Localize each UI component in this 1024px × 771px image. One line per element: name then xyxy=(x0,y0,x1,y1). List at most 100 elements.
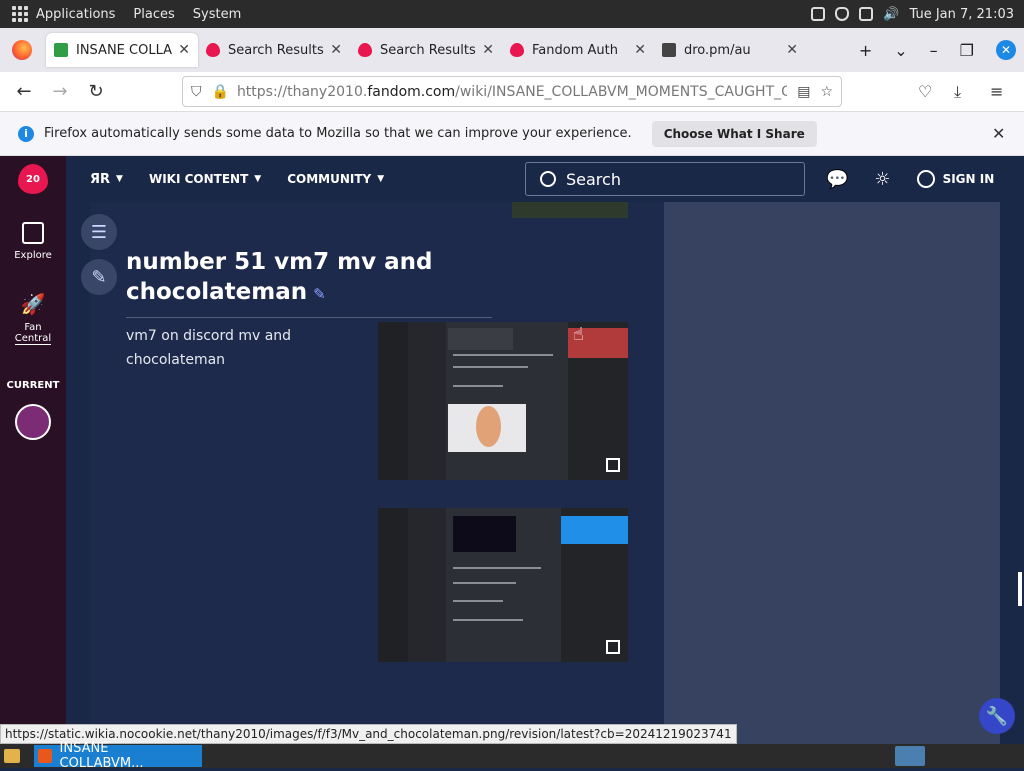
mouse-cursor-icon: ☝ xyxy=(573,324,584,345)
section-paragraph: vm7 on discord mv and chocolateman xyxy=(126,328,292,368)
close-tab-icon[interactable]: ✕ xyxy=(330,42,342,58)
close-tab-icon[interactable]: ✕ xyxy=(786,42,798,58)
wrench-tools-icon[interactable]: 🔧 xyxy=(979,698,1015,734)
message-line xyxy=(453,566,541,569)
telemetry-notification: i Firefox automatically sends some data … xyxy=(0,112,1024,156)
info-icon: i xyxy=(18,125,34,142)
explore-link[interactable]: Explore xyxy=(0,222,66,261)
sign-in-button[interactable]: SIGN IN xyxy=(916,170,995,188)
table-of-contents-icon[interactable]: ☰ xyxy=(81,214,117,250)
reload-icon[interactable]: ↻ xyxy=(78,81,114,102)
close-notification-icon[interactable]: ✕ xyxy=(992,124,1005,143)
minimize-button[interactable]: – xyxy=(930,41,938,60)
discord-profile-banner xyxy=(560,516,628,544)
taskbar-window-button[interactable]: INSANE COLLABVM... xyxy=(34,741,202,771)
current-wiki-icon[interactable] xyxy=(15,404,51,440)
navigation-toolbar: ← → ↻ ⛉ 🔒 https://thany2010.fandom.com/w… xyxy=(0,72,1024,112)
screaming-banner xyxy=(448,328,513,350)
article-image-discord-1[interactable]: ☝ xyxy=(378,322,628,480)
search-placeholder: Search xyxy=(566,169,621,189)
collabvm-favicon-icon xyxy=(54,43,68,57)
section-heading-text: number 51 vm7 mv and chocolateman xyxy=(126,249,433,305)
tab-search-results-2[interactable]: Search Results | Fandom ✕ xyxy=(350,33,502,67)
tab-bar: INSANE COLLABVM MOMENTS ✕ Search Results… xyxy=(0,28,1024,72)
clock[interactable]: Tue Jan 7, 21:03 xyxy=(909,7,1014,22)
sign-in-label: SIGN IN xyxy=(942,172,995,186)
current-label: CURRENT xyxy=(6,380,60,391)
pocket-icon[interactable]: ♡ xyxy=(918,82,932,101)
community-dropdown[interactable]: COMMUNITY ▼ xyxy=(287,172,384,186)
discord-server-list xyxy=(378,508,408,662)
menu-icon[interactable]: ≡ xyxy=(990,82,1003,101)
wiki-content-dropdown[interactable]: WIKI CONTENT ▼ xyxy=(149,172,261,186)
expand-image-icon[interactable] xyxy=(606,640,620,654)
choose-what-i-share-button[interactable]: Choose What I Share xyxy=(651,120,817,147)
wiki-home-dropdown[interactable]: ЯR ▼ xyxy=(90,172,123,187)
bookmark-star-icon[interactable]: ☆ xyxy=(820,84,833,100)
expand-image-icon[interactable] xyxy=(606,458,620,472)
downloads-icon[interactable]: ⤓ xyxy=(954,82,961,102)
taskbar-window-title: INSANE COLLABVM... xyxy=(59,741,144,771)
firefox-icon[interactable] xyxy=(12,40,32,60)
system-menu[interactable]: System xyxy=(193,7,241,22)
wiki-search-input[interactable]: Search xyxy=(525,162,805,196)
theme-toggle-icon[interactable]: ☼ xyxy=(874,169,890,190)
close-tab-icon[interactable]: ✕ xyxy=(634,42,646,58)
back-arrow-icon[interactable]: ← xyxy=(6,81,42,102)
tracking-shield-icon[interactable]: ⛉ xyxy=(191,84,202,100)
tab-fandom-auth[interactable]: Fandom Auth ✕ xyxy=(502,33,654,67)
lock-icon[interactable]: 🔒 xyxy=(212,84,229,100)
close-window-button[interactable]: ✕ xyxy=(996,40,1016,60)
app-grid-icon[interactable] xyxy=(12,6,28,22)
volume-icon[interactable]: 🔊 xyxy=(883,7,899,22)
scrollbar-thumb[interactable] xyxy=(1018,572,1022,606)
notification-text: Firefox automatically sends some data to… xyxy=(44,126,632,141)
shield-icon[interactable] xyxy=(835,7,850,21)
fandom-favicon-icon xyxy=(358,43,372,57)
url-domain: fandom.com xyxy=(367,83,456,100)
applications-menu[interactable]: Applications xyxy=(36,7,115,22)
close-tab-icon[interactable]: ✕ xyxy=(178,42,190,58)
tab-title: dro.pm/au xyxy=(684,42,751,58)
page-right-gutter xyxy=(1000,202,1024,744)
message-line xyxy=(453,353,553,356)
article-image-partial[interactable] xyxy=(512,202,628,218)
rocket-icon: 🚀 xyxy=(20,292,46,316)
fan-central-link[interactable]: 🚀 Fan Central xyxy=(0,292,66,345)
show-desktop-icon[interactable] xyxy=(4,749,20,763)
message-line xyxy=(453,600,503,603)
video-embed xyxy=(453,516,516,552)
explore-icon xyxy=(22,222,44,244)
discord-channel-list xyxy=(408,322,446,480)
places-menu[interactable]: Places xyxy=(133,7,174,22)
restore-button[interactable]: ❐ xyxy=(960,41,974,60)
message-line xyxy=(453,581,516,584)
message-line xyxy=(453,618,523,621)
reader-view-icon[interactable]: ▤ xyxy=(797,84,810,100)
tab-search-results-1[interactable]: Search Results | Fandom ✕ xyxy=(198,33,350,67)
fandom-logo-icon[interactable]: 20 xyxy=(18,164,48,194)
fandom-sidebar: 20 Explore 🚀 Fan Central CURRENT xyxy=(0,156,66,744)
tab-insane-collabvm[interactable]: INSANE COLLABVM MOMENTS ✕ xyxy=(46,33,198,67)
community-label: COMMUNITY xyxy=(287,172,372,186)
close-tab-icon[interactable]: ✕ xyxy=(482,42,494,58)
url-bar[interactable]: ⛉ 🔒 https://thany2010.fandom.com/wiki/IN… xyxy=(182,76,842,107)
message-line xyxy=(453,366,528,369)
edit-section-icon[interactable]: ✎ xyxy=(313,285,326,303)
discussions-icon[interactable]: 💬 xyxy=(826,169,848,190)
list-all-tabs-button[interactable]: ⌄ xyxy=(894,41,907,60)
clipboard-icon[interactable] xyxy=(811,7,826,21)
window-icon[interactable] xyxy=(859,7,874,21)
new-tab-button[interactable]: + xyxy=(859,41,872,60)
tab-dro-pm[interactable]: dro.pm/au ✕ xyxy=(654,33,806,67)
wiki-content-label: WIKI CONTENT xyxy=(148,172,249,186)
article-image-discord-2[interactable] xyxy=(378,508,628,662)
discord-channel-list xyxy=(408,508,446,662)
forward-arrow-icon[interactable]: → xyxy=(42,81,78,102)
fan-central-label-1: Fan xyxy=(24,322,42,333)
face-head xyxy=(475,405,501,447)
edit-pencil-icon[interactable]: ✎ xyxy=(81,259,117,295)
workspace-switcher-icon[interactable] xyxy=(895,746,925,766)
gnome-bottom-panel: INSANE COLLABVM... xyxy=(0,741,1024,771)
wiki-wordmark-icon: ЯR xyxy=(90,171,111,187)
